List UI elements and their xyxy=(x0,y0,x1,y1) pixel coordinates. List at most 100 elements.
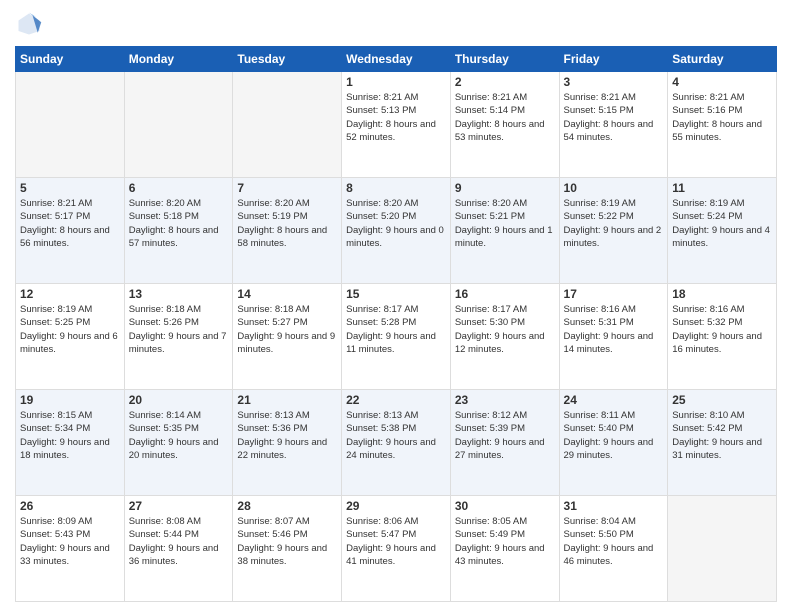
logo xyxy=(15,10,47,38)
day-number: 7 xyxy=(237,181,337,195)
day-cell: 10 Sunrise: 8:19 AM Sunset: 5:22 PM Dayli… xyxy=(559,178,668,284)
calendar-week-row: 5Sunrise: 8:21 AM Sunset: 5:17 PM Daylig… xyxy=(16,178,777,284)
day-info: Sunrise: 8:17 AM Sunset: 5:28 PM Dayligh… xyxy=(346,303,446,356)
day-info: Sunrise: 8:16 AM Sunset: 5:32 PM Dayligh… xyxy=(672,303,772,356)
day-number: 20 xyxy=(129,393,229,407)
day-number: 15 xyxy=(346,287,446,301)
day-number: 23 xyxy=(455,393,555,407)
day-cell: 1 Sunrise: 8:21 AM Sunset: 5:13 PM Daylig… xyxy=(342,72,451,178)
day-cell: 6 Sunrise: 8:20 AM Sunset: 5:18 PM Daylig… xyxy=(124,178,233,284)
day-info: Sunrise: 8:21 AM Sunset: 5:14 PM Dayligh… xyxy=(455,91,555,144)
day-cell: 20 Sunrise: 8:14 AM Sunset: 5:35 PM Dayli… xyxy=(124,390,233,496)
col-header-sunday: Sunday xyxy=(16,47,125,72)
day-info: Sunrise: 8:20 AM Sunset: 5:21 PM Dayligh… xyxy=(455,197,555,250)
day-cell: 25 Sunrise: 8:10 AM Sunset: 5:42 PM Dayli… xyxy=(668,390,777,496)
day-cell: 7 Sunrise: 8:20 AM Sunset: 5:19 PM Daylig… xyxy=(233,178,342,284)
empty-cell xyxy=(668,496,777,602)
calendar-week-row: 1 Sunrise: 8:21 AM Sunset: 5:13 PM Daylig… xyxy=(16,72,777,178)
day-cell: 17 Sunrise: 8:16 AM Sunset: 5:31 PM Dayli… xyxy=(559,284,668,390)
day-info: Sunrise: 8:21 AM Sunset: 5:17 PM Dayligh… xyxy=(20,197,120,250)
day-info: Sunrise: 8:20 AM Sunset: 5:20 PM Dayligh… xyxy=(346,197,446,250)
day-info: Sunrise: 8:19 AM Sunset: 5:24 PM Dayligh… xyxy=(672,197,772,250)
day-info: Sunrise: 8:15 AM Sunset: 5:34 PM Dayligh… xyxy=(20,409,120,462)
day-number: 28 xyxy=(237,499,337,513)
day-cell: 29Sunrise: 8:06 AM Sunset: 5:47 PM Dayli… xyxy=(342,496,451,602)
day-number: 16 xyxy=(455,287,555,301)
day-info: Sunrise: 8:19 AM Sunset: 5:25 PM Dayligh… xyxy=(20,303,120,356)
day-number: 26 xyxy=(20,499,120,513)
empty-cell xyxy=(233,72,342,178)
col-header-friday: Friday xyxy=(559,47,668,72)
day-cell: 28 Sunrise: 8:07 AM Sunset: 5:46 PM Dayli… xyxy=(233,496,342,602)
day-number: 10 xyxy=(564,181,664,195)
day-cell: 22Sunrise: 8:13 AM Sunset: 5:38 PM Dayli… xyxy=(342,390,451,496)
calendar-week-row: 12 Sunrise: 8:19 AM Sunset: 5:25 PM Dayli… xyxy=(16,284,777,390)
day-cell: 18 Sunrise: 8:16 AM Sunset: 5:32 PM Dayli… xyxy=(668,284,777,390)
day-number: 19 xyxy=(20,393,120,407)
calendar-week-row: 26Sunrise: 8:09 AM Sunset: 5:43 PM Dayli… xyxy=(16,496,777,602)
day-cell: 21 Sunrise: 8:13 AM Sunset: 5:36 PM Dayli… xyxy=(233,390,342,496)
day-cell: 5Sunrise: 8:21 AM Sunset: 5:17 PM Daylig… xyxy=(16,178,125,284)
day-cell: 24Sunrise: 8:11 AM Sunset: 5:40 PM Dayli… xyxy=(559,390,668,496)
day-number: 4 xyxy=(672,75,772,89)
day-info: Sunrise: 8:17 AM Sunset: 5:30 PM Dayligh… xyxy=(455,303,555,356)
day-cell: 23 Sunrise: 8:12 AM Sunset: 5:39 PM Dayli… xyxy=(450,390,559,496)
day-cell: 19 Sunrise: 8:15 AM Sunset: 5:34 PM Dayli… xyxy=(16,390,125,496)
col-header-monday: Monday xyxy=(124,47,233,72)
day-info: Sunrise: 8:10 AM Sunset: 5:42 PM Dayligh… xyxy=(672,409,772,462)
day-number: 13 xyxy=(129,287,229,301)
day-info: Sunrise: 8:12 AM Sunset: 5:39 PM Dayligh… xyxy=(455,409,555,462)
col-header-tuesday: Tuesday xyxy=(233,47,342,72)
day-cell: 12 Sunrise: 8:19 AM Sunset: 5:25 PM Dayli… xyxy=(16,284,125,390)
day-info: Sunrise: 8:16 AM Sunset: 5:31 PM Dayligh… xyxy=(564,303,664,356)
day-cell: 31 Sunrise: 8:04 AM Sunset: 5:50 PM Dayli… xyxy=(559,496,668,602)
day-number: 21 xyxy=(237,393,337,407)
day-number: 12 xyxy=(20,287,120,301)
day-cell: 11 Sunrise: 8:19 AM Sunset: 5:24 PM Dayli… xyxy=(668,178,777,284)
day-cell: 8 Sunrise: 8:20 AM Sunset: 5:20 PM Daylig… xyxy=(342,178,451,284)
day-info: Sunrise: 8:08 AM Sunset: 5:44 PM Dayligh… xyxy=(129,515,229,568)
day-number: 9 xyxy=(455,181,555,195)
day-cell: 13 Sunrise: 8:18 AM Sunset: 5:26 PM Dayli… xyxy=(124,284,233,390)
day-info: Sunrise: 8:13 AM Sunset: 5:36 PM Dayligh… xyxy=(237,409,337,462)
day-cell: 3 Sunrise: 8:21 AM Sunset: 5:15 PM Daylig… xyxy=(559,72,668,178)
day-info: Sunrise: 8:20 AM Sunset: 5:19 PM Dayligh… xyxy=(237,197,337,250)
day-number: 6 xyxy=(129,181,229,195)
day-info: Sunrise: 8:20 AM Sunset: 5:18 PM Dayligh… xyxy=(129,197,229,250)
day-cell: 4Sunrise: 8:21 AM Sunset: 5:16 PM Daylig… xyxy=(668,72,777,178)
day-info: Sunrise: 8:21 AM Sunset: 5:15 PM Dayligh… xyxy=(564,91,664,144)
day-number: 11 xyxy=(672,181,772,195)
day-number: 31 xyxy=(564,499,664,513)
day-number: 17 xyxy=(564,287,664,301)
calendar-week-row: 19 Sunrise: 8:15 AM Sunset: 5:34 PM Dayli… xyxy=(16,390,777,496)
calendar-header-row: SundayMondayTuesdayWednesdayThursdayFrid… xyxy=(16,47,777,72)
day-info: Sunrise: 8:06 AM Sunset: 5:47 PM Dayligh… xyxy=(346,515,446,568)
day-cell: 27Sunrise: 8:08 AM Sunset: 5:44 PM Dayli… xyxy=(124,496,233,602)
day-info: Sunrise: 8:21 AM Sunset: 5:13 PM Dayligh… xyxy=(346,91,446,144)
day-number: 1 xyxy=(346,75,446,89)
day-number: 3 xyxy=(564,75,664,89)
logo-icon xyxy=(15,10,43,38)
day-cell: 2Sunrise: 8:21 AM Sunset: 5:14 PM Daylig… xyxy=(450,72,559,178)
day-info: Sunrise: 8:18 AM Sunset: 5:26 PM Dayligh… xyxy=(129,303,229,356)
day-number: 8 xyxy=(346,181,446,195)
day-cell: 26Sunrise: 8:09 AM Sunset: 5:43 PM Dayli… xyxy=(16,496,125,602)
header xyxy=(15,10,777,38)
day-info: Sunrise: 8:18 AM Sunset: 5:27 PM Dayligh… xyxy=(237,303,337,356)
page: SundayMondayTuesdayWednesdayThursdayFrid… xyxy=(0,0,792,612)
col-header-thursday: Thursday xyxy=(450,47,559,72)
day-info: Sunrise: 8:14 AM Sunset: 5:35 PM Dayligh… xyxy=(129,409,229,462)
day-cell: 16 Sunrise: 8:17 AM Sunset: 5:30 PM Dayli… xyxy=(450,284,559,390)
col-header-wednesday: Wednesday xyxy=(342,47,451,72)
day-number: 24 xyxy=(564,393,664,407)
day-cell: 15 Sunrise: 8:17 AM Sunset: 5:28 PM Dayli… xyxy=(342,284,451,390)
day-number: 25 xyxy=(672,393,772,407)
day-info: Sunrise: 8:07 AM Sunset: 5:46 PM Dayligh… xyxy=(237,515,337,568)
day-info: Sunrise: 8:19 AM Sunset: 5:22 PM Dayligh… xyxy=(564,197,664,250)
day-info: Sunrise: 8:04 AM Sunset: 5:50 PM Dayligh… xyxy=(564,515,664,568)
empty-cell xyxy=(16,72,125,178)
day-cell: 9 Sunrise: 8:20 AM Sunset: 5:21 PM Daylig… xyxy=(450,178,559,284)
day-number: 18 xyxy=(672,287,772,301)
day-number: 22 xyxy=(346,393,446,407)
day-cell: 30Sunrise: 8:05 AM Sunset: 5:49 PM Dayli… xyxy=(450,496,559,602)
